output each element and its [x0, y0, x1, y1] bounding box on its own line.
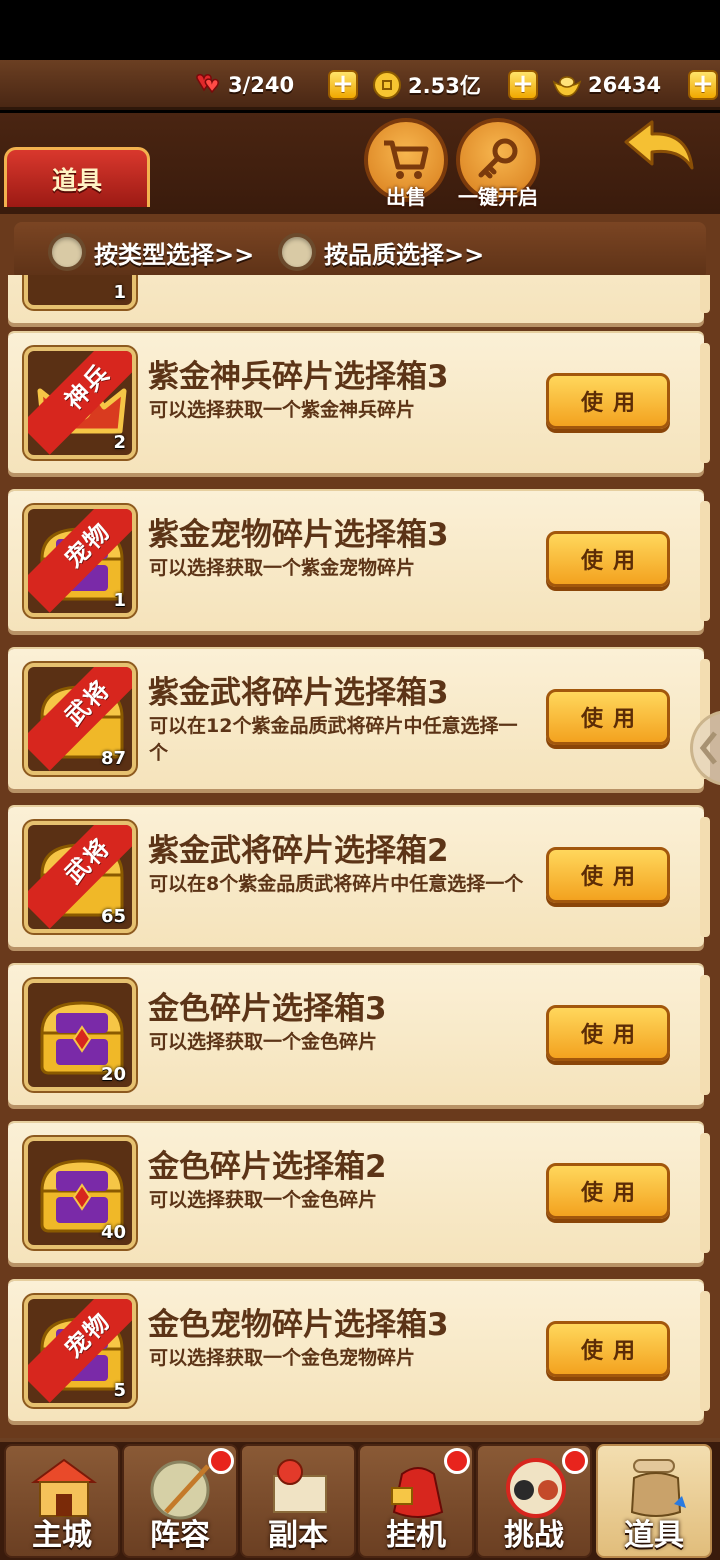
- ingot-display: 26434: [552, 68, 661, 102]
- nav-main-city[interactable]: 主城: [4, 1444, 120, 1558]
- add-gold-button[interactable]: +: [508, 70, 538, 100]
- item-name: 金色碎片选择箱2: [148, 1149, 387, 1185]
- item-description: 可以选择获取一个紫金宠物碎片: [149, 557, 416, 579]
- list-item: 宠物 5 金色宠物碎片选择箱3 可以选择获取一个金色宠物碎片 使用: [8, 1281, 710, 1421]
- nav-items[interactable]: 道具: [596, 1444, 712, 1558]
- filter-by-type-label: 按类型选择>>: [94, 240, 255, 269]
- ingot-icon: [552, 76, 582, 97]
- open-all-button[interactable]: 一键开启: [456, 118, 540, 209]
- item-icon: 宠物 1: [24, 505, 136, 617]
- item-count: 87: [100, 748, 126, 769]
- use-button[interactable]: 使用: [546, 373, 670, 429]
- nav-challenge[interactable]: 挑战: [476, 1444, 592, 1558]
- list-item: 20 金色碎片选择箱3 可以选择获取一个金色碎片 使用: [8, 965, 710, 1105]
- list-item: 40 金色碎片选择箱2 可以选择获取一个金色碎片 使用: [8, 1123, 710, 1263]
- use-button[interactable]: 使用: [546, 1163, 670, 1219]
- gold-display: 2.53亿: [372, 68, 481, 102]
- use-button[interactable]: 使用: [546, 531, 670, 587]
- notification-dot: [208, 1448, 234, 1474]
- item-icon: 宠物 5: [24, 1295, 136, 1407]
- item-count: 65: [100, 906, 126, 927]
- nav-idle[interactable]: 挂机: [358, 1444, 474, 1558]
- item-description: 可以选择获取一个金色碎片: [149, 1031, 378, 1053]
- stamina-value: 3/240: [228, 73, 295, 97]
- nav-label: 主城: [32, 1518, 92, 1553]
- nav-label: 阵容: [150, 1518, 210, 1553]
- item-name: 紫金神兵碎片选择箱3: [148, 359, 449, 395]
- add-ingot-button[interactable]: +: [688, 70, 718, 100]
- filter-by-quality[interactable]: 按品质选择>>: [278, 232, 484, 272]
- nav-label: 道具: [624, 1518, 684, 1553]
- item-count: 40: [100, 1222, 126, 1243]
- use-button[interactable]: 使用: [546, 689, 670, 745]
- item-count: 2: [113, 432, 126, 453]
- sell-button[interactable]: 出售: [364, 118, 448, 209]
- use-button[interactable]: 使用: [546, 847, 670, 903]
- key-icon: [478, 138, 518, 179]
- item-icon: 1: [24, 275, 136, 309]
- cart-icon: [384, 140, 429, 179]
- list-item-partial: 1: [8, 275, 710, 323]
- item-icon: 武将 87: [24, 663, 136, 775]
- item-name: 紫金武将碎片选择箱3: [148, 675, 449, 711]
- nav-label: 挑战: [504, 1518, 564, 1553]
- coin-icon: [373, 71, 401, 99]
- notification-dot: [562, 1448, 588, 1474]
- add-stamina-button[interactable]: +: [328, 70, 358, 100]
- list-item: 宠物 1 紫金宠物碎片选择箱3 可以选择获取一个紫金宠物碎片 使用: [8, 491, 710, 631]
- item-count: 1: [113, 282, 126, 303]
- radio-icon: [48, 233, 86, 271]
- filter-by-type[interactable]: 按类型选择>>: [48, 232, 254, 272]
- tab-items[interactable]: 道具: [4, 147, 150, 207]
- item-count: 1: [113, 590, 126, 611]
- resource-bar: 3/240 + 2.53亿 + 26434 +: [0, 60, 720, 110]
- item-count: 20: [100, 1064, 126, 1085]
- nav-dungeon[interactable]: 副本: [240, 1444, 356, 1558]
- item-description: 可以选择获取一个金色碎片: [149, 1189, 378, 1211]
- item-list[interactable]: 1 神兵 2 紫金神兵碎片选择箱3 可以选择获取一个紫金神兵碎片 使用 宠物 1…: [0, 275, 720, 1435]
- nav-label: 副本: [268, 1518, 328, 1553]
- open-all-label: 一键开启: [458, 185, 538, 209]
- item-description: 可以在8个紫金品质武将碎片中任意选择一个: [149, 873, 524, 895]
- chevron-left-icon: [699, 731, 717, 765]
- notification-dot: [444, 1448, 470, 1474]
- nav-lineup[interactable]: 阵容: [122, 1444, 238, 1558]
- back-arrow-icon[interactable]: [622, 118, 698, 182]
- side-expand-tab[interactable]: [690, 710, 720, 786]
- item-name: 金色宠物碎片选择箱3: [148, 1307, 449, 1343]
- list-item: 武将 65 紫金武将碎片选择箱2 可以在8个紫金品质武将碎片中任意选择一个 使用: [8, 807, 710, 947]
- item-name: 紫金武将碎片选择箱2: [148, 833, 449, 869]
- ingot-value: 26434: [588, 73, 662, 97]
- item-description: 可以选择获取一个金色宠物碎片: [149, 1347, 416, 1369]
- gold-value: 2.53亿: [408, 74, 481, 98]
- item-name: 金色碎片选择箱3: [148, 991, 387, 1027]
- list-item: 神兵 2 紫金神兵碎片选择箱3 可以选择获取一个紫金神兵碎片 使用: [8, 333, 710, 473]
- nav-label: 挂机: [386, 1518, 446, 1553]
- item-description: 可以在12个紫金品质武将碎片中任意选择一个: [149, 715, 518, 764]
- item-count: 5: [113, 1380, 126, 1401]
- item-icon: 神兵 2: [24, 347, 136, 459]
- filter-by-quality-label: 按品质选择>>: [324, 240, 485, 269]
- item-name: 紫金宠物碎片选择箱3: [148, 517, 449, 553]
- item-icon: 武将 65: [24, 821, 136, 933]
- item-icon: 40: [24, 1137, 136, 1249]
- item-description: 可以选择获取一个紫金神兵碎片: [149, 399, 416, 421]
- item-icon: 20: [24, 979, 136, 1091]
- radio-icon: [278, 233, 316, 271]
- stamina-display: 3/240: [192, 68, 294, 102]
- heart-stamina-icon: [196, 73, 219, 94]
- use-button[interactable]: 使用: [546, 1321, 670, 1377]
- list-item: 武将 87 紫金武将碎片选择箱3 可以在12个紫金品质武将碎片中任意选择一个 使…: [8, 649, 710, 789]
- status-bar: [0, 0, 720, 60]
- use-button[interactable]: 使用: [546, 1005, 670, 1061]
